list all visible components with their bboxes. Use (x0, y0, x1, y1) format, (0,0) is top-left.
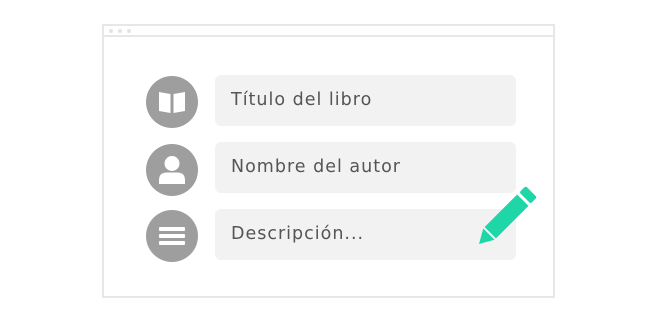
author-name-field[interactable]: Nombre del autor (215, 142, 516, 193)
window-dot (109, 29, 113, 33)
window-titlebar (104, 26, 553, 37)
window-dot (118, 29, 122, 33)
lines-icon (146, 210, 198, 262)
book-icon (146, 76, 198, 128)
author-name-placeholder: Nombre del autor (231, 157, 401, 177)
browser-window: Título del libro Nombre del autor Descri… (102, 24, 555, 298)
book-title-placeholder: Título del libro (231, 90, 373, 110)
window-dot (127, 29, 131, 33)
description-field[interactable]: Descripción... (215, 209, 516, 260)
user-icon (146, 144, 198, 196)
description-placeholder: Descripción... (231, 224, 365, 244)
pencil-icon[interactable] (475, 186, 539, 250)
book-title-field[interactable]: Título del libro (215, 75, 516, 126)
